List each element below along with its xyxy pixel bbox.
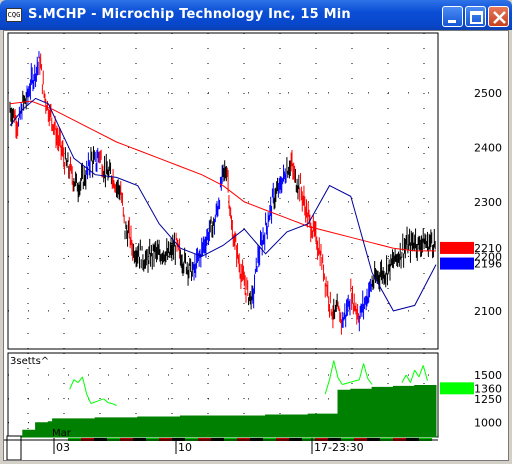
chart-window: CQG S.MCHP - Microchip Technology Inc, 1… bbox=[0, 0, 512, 464]
price-last-value-label: 2196 bbox=[474, 258, 502, 271]
time-tick-label: 10 bbox=[178, 441, 192, 454]
time-axis-bg bbox=[4, 438, 508, 460]
price-tick-label: 2500 bbox=[474, 87, 502, 100]
cursor-time-label: 17-23:30 bbox=[314, 441, 364, 454]
close-icon bbox=[493, 11, 506, 24]
volume-last-value-label: 1360 bbox=[474, 382, 502, 395]
month-label: Mar bbox=[52, 428, 72, 439]
volume-last-value-box bbox=[440, 382, 474, 395]
price-tick-label: 2400 bbox=[474, 141, 502, 154]
price-frame bbox=[7, 32, 439, 350]
volume-study-title: 3setts^ bbox=[10, 356, 49, 367]
time-tick-label: 03 bbox=[56, 441, 70, 454]
close-button[interactable] bbox=[488, 6, 509, 27]
chart-area[interactable]: 2100 2200 2300 2400 2500 2210 2196 1000 1250 150… bbox=[3, 30, 509, 461]
price-last-value-box bbox=[440, 257, 474, 270]
volume-tick-label: 1500 bbox=[474, 369, 502, 382]
app-icon: CQG bbox=[6, 8, 22, 22]
volume-tick-label: 1000 bbox=[474, 417, 502, 430]
minimize-button[interactable] bbox=[442, 6, 463, 27]
volume-panel[interactable]: 1000125015003setts^1360 bbox=[7, 352, 502, 438]
price-last-value-box bbox=[440, 241, 474, 254]
window-title: S.MCHP - Microchip Technology Inc, 15 Mi… bbox=[28, 7, 351, 22]
maximize-button[interactable] bbox=[465, 6, 486, 27]
price-last-value-label: 2210 bbox=[474, 242, 502, 255]
price-panel[interactable]: 2100220023002400250022102196 bbox=[7, 32, 502, 350]
price-tick-label: 2100 bbox=[474, 305, 502, 318]
price-tick-label: 2300 bbox=[474, 196, 502, 209]
maximize-icon bbox=[470, 11, 483, 24]
title-bar[interactable]: CQG S.MCHP - Microchip Technology Inc, 1… bbox=[0, 0, 512, 30]
minimize-icon bbox=[448, 20, 456, 23]
chart-svg[interactable]: 2100220023002400250022102196 10001250150… bbox=[4, 31, 509, 461]
